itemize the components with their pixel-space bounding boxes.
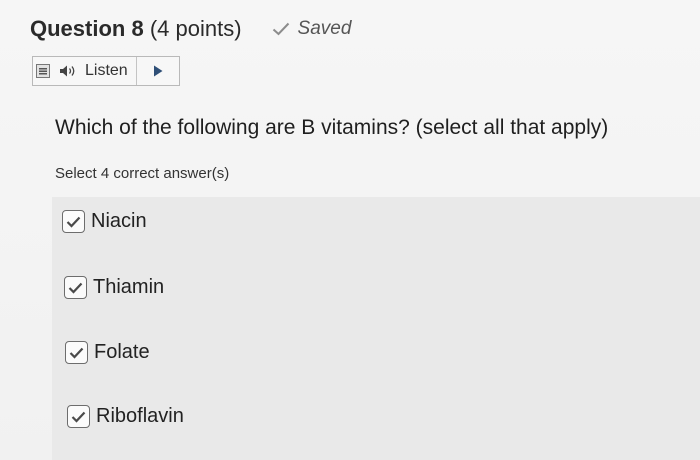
question-prompt: Which of the following are B vitamins? (… bbox=[55, 116, 609, 139]
answer-checkbox[interactable] bbox=[62, 210, 85, 233]
checkmark-icon bbox=[66, 216, 81, 228]
answer-option-riboflavin[interactable]: Riboflavin bbox=[67, 405, 184, 428]
speaker-icon bbox=[60, 65, 75, 77]
question-header: Question 8 (4 points) Saved bbox=[30, 16, 351, 42]
answer-checkbox[interactable] bbox=[64, 276, 87, 299]
saved-status: Saved bbox=[272, 18, 352, 40]
answer-label: Thiamin bbox=[93, 276, 165, 298]
question-points: (4 points) bbox=[149, 16, 242, 41]
answer-panel: Niacin Thiamin Folate Riboflavin bbox=[52, 197, 700, 460]
question-title: Question 8 (4 points) bbox=[30, 16, 242, 42]
saved-label: Saved bbox=[297, 18, 352, 39]
play-icon bbox=[153, 65, 163, 77]
read-aloud-toolbar: Listen bbox=[32, 56, 180, 86]
answer-label: Riboflavin bbox=[96, 405, 184, 427]
checkmark-icon bbox=[71, 411, 86, 423]
answer-option-niacin[interactable]: Niacin bbox=[62, 210, 147, 233]
answer-option-thiamin[interactable]: Thiamin bbox=[64, 276, 164, 299]
checkmark-icon bbox=[68, 282, 83, 294]
listen-label: Listen bbox=[85, 62, 128, 79]
answer-option-folate[interactable]: Folate bbox=[65, 341, 150, 364]
listen-button[interactable]: Listen bbox=[53, 57, 137, 85]
answer-checkbox[interactable] bbox=[65, 341, 88, 364]
read-aloud-menu[interactable] bbox=[33, 57, 53, 85]
answer-checkbox[interactable] bbox=[67, 405, 90, 428]
quiz-page: Question 8 (4 points) Saved Listen Which… bbox=[0, 0, 700, 460]
answer-label: Folate bbox=[94, 341, 150, 363]
answer-instruction: Select 4 correct answer(s) bbox=[55, 165, 230, 182]
play-button[interactable] bbox=[137, 57, 179, 85]
question-number: Question 8 bbox=[30, 16, 144, 41]
menu-icon bbox=[36, 64, 50, 78]
checkmark-icon bbox=[272, 22, 289, 36]
answer-label: Niacin bbox=[91, 210, 147, 232]
checkmark-icon bbox=[69, 347, 84, 359]
